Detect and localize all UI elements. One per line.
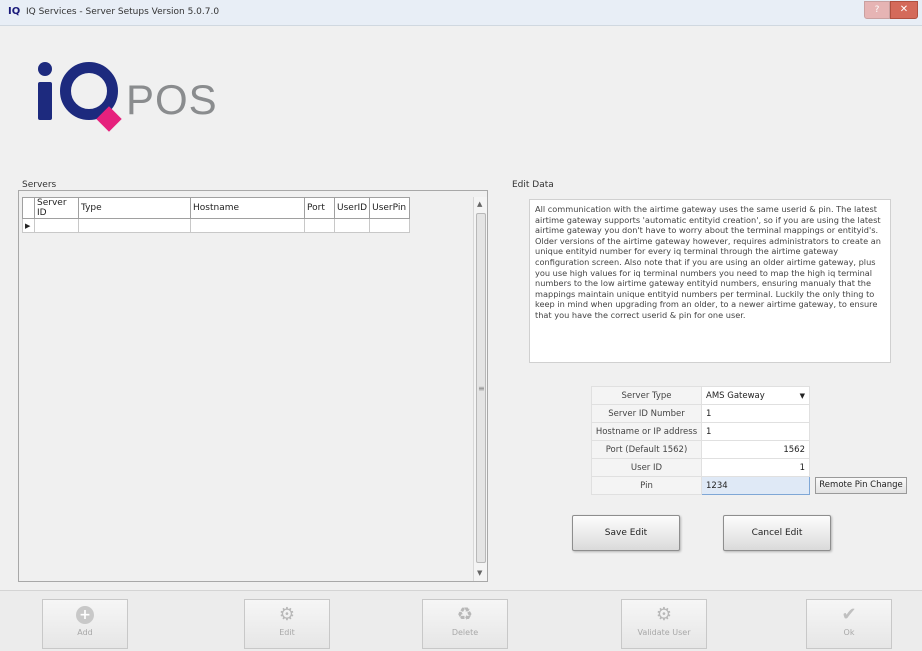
row-selector-header (22, 197, 35, 219)
cell-userid[interactable] (333, 218, 371, 233)
bottom-toolbar: + Add ⚙ Edit ♻ Delete ⚙ Validate User ✔ … (0, 590, 922, 651)
chevron-down-icon[interactable]: ▼ (800, 392, 805, 400)
hostname-field[interactable]: 1 (701, 422, 810, 441)
form-row-server-type: Server Type AMS Gateway ▼ (591, 386, 810, 405)
server-type-select[interactable]: AMS Gateway ▼ (701, 386, 810, 405)
form-row-pin: Pin 1234 (591, 476, 810, 495)
servers-grid[interactable]: Server ID Type Hostname Port UserID User… (22, 197, 480, 567)
form-row-user-id: User ID 1 (591, 458, 810, 477)
validate-user-button[interactable]: ⚙ Validate User (621, 599, 707, 649)
ok-label: Ok (843, 628, 855, 637)
form-row-hostname: Hostname or IP address 1 (591, 422, 810, 441)
edit-label: Edit (279, 628, 295, 637)
add-button[interactable]: + Add (42, 599, 128, 649)
logo-pos-text: POS (126, 76, 218, 123)
cell-server-id[interactable] (34, 218, 79, 233)
form-row-port: Port (Default 1562) 1562 (591, 440, 810, 459)
pin-label: Pin (591, 476, 702, 495)
server-type-label: Server Type (591, 386, 702, 405)
gear-icon: ⚙ (278, 604, 296, 625)
pin-field[interactable]: 1234 (701, 476, 810, 495)
row-indicator-icon: ▶ (22, 218, 35, 233)
recycle-bin-icon: ♻ (456, 604, 474, 625)
app-icon: IQ (8, 6, 21, 17)
gear-icon: ⚙ (655, 604, 673, 625)
plus-circle-icon: + (76, 606, 94, 624)
help-button[interactable]: ? (864, 1, 890, 19)
save-edit-button[interactable]: Save Edit (572, 515, 680, 551)
server-id-label: Server ID Number (591, 404, 702, 423)
info-text-box: All communication with the airtime gatew… (529, 199, 891, 363)
cell-userpin[interactable] (369, 218, 411, 233)
ok-button[interactable]: ✔ Ok (806, 599, 892, 649)
port-label: Port (Default 1562) (591, 440, 702, 459)
logo-i-dot (38, 62, 52, 76)
cell-type[interactable] (78, 218, 191, 233)
scroll-up-icon[interactable]: ▲ (477, 200, 482, 208)
server-id-field[interactable]: 1 (701, 404, 810, 423)
col-userid[interactable]: UserID (333, 197, 371, 219)
close-button[interactable]: ✕ (890, 1, 918, 19)
grid-scrollbar[interactable]: ▲ ≡ ▼ (473, 197, 487, 581)
cancel-edit-button[interactable]: Cancel Edit (723, 515, 831, 551)
server-type-value: AMS Gateway (706, 390, 765, 401)
servers-section-label: Servers (22, 180, 57, 190)
col-port[interactable]: Port (304, 197, 335, 219)
edit-button[interactable]: ⚙ Edit (244, 599, 330, 649)
checkmark-icon: ✔ (841, 604, 857, 625)
cell-hostname[interactable] (190, 218, 305, 233)
cell-port[interactable] (304, 218, 335, 233)
validate-user-label: Validate User (637, 628, 691, 637)
delete-button[interactable]: ♻ Delete (422, 599, 508, 649)
user-id-label: User ID (591, 458, 702, 477)
user-id-field[interactable]: 1 (701, 458, 810, 477)
window-title: IQ Services - Server Setups Version 5.0.… (26, 7, 220, 17)
title-bar: IQ IQ Services - Server Setups Version 5… (0, 0, 922, 26)
delete-label: Delete (451, 628, 479, 637)
scroll-down-icon[interactable]: ▼ (477, 569, 482, 577)
port-field[interactable]: 1562 (701, 440, 810, 459)
edit-form: Server Type AMS Gateway ▼ Server ID Numb… (591, 386, 810, 495)
scroll-grip-icon: ≡ (478, 384, 485, 393)
scroll-thumb[interactable]: ≡ (476, 213, 486, 563)
grid-header-row: Server ID Type Hostname Port UserID User… (22, 197, 411, 219)
table-row[interactable]: ▶ (22, 218, 411, 233)
form-row-server-id: Server ID Number 1 (591, 404, 810, 423)
col-type[interactable]: Type (78, 197, 191, 219)
iqpos-logo: POS (38, 62, 258, 142)
col-userpin[interactable]: UserPin (369, 197, 411, 219)
col-server-id[interactable]: Server ID (34, 197, 79, 219)
add-label: Add (77, 628, 93, 637)
remote-pin-change-button[interactable]: Remote Pin Change (815, 477, 907, 494)
main-window: IQ IQ Services - Server Setups Version 5… (0, 0, 922, 651)
logo-i-stem (38, 82, 52, 120)
col-hostname[interactable]: Hostname (190, 197, 305, 219)
edit-data-section-label: Edit Data (512, 180, 554, 190)
hostname-label: Hostname or IP address (591, 422, 702, 441)
